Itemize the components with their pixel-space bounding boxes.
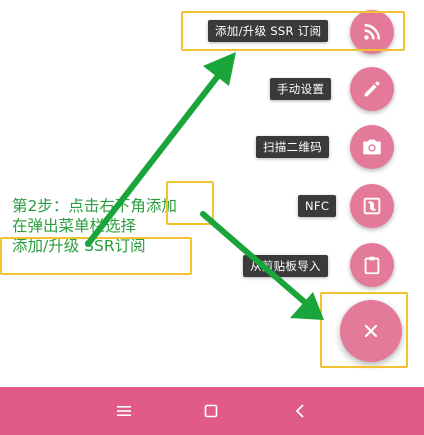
back-icon: [295, 404, 304, 418]
menu-icon: [117, 406, 131, 416]
nav-home-button[interactable]: [199, 399, 223, 423]
arrow-to-main-fab: [200, 211, 324, 320]
nav-menu-button[interactable]: [112, 399, 136, 423]
nav-back-button[interactable]: [288, 399, 312, 423]
annotation-arrows: [85, 52, 324, 320]
system-navigation-bar: [0, 387, 424, 435]
home-icon: [204, 404, 218, 418]
arrow-to-ssr-row: [85, 52, 236, 247]
